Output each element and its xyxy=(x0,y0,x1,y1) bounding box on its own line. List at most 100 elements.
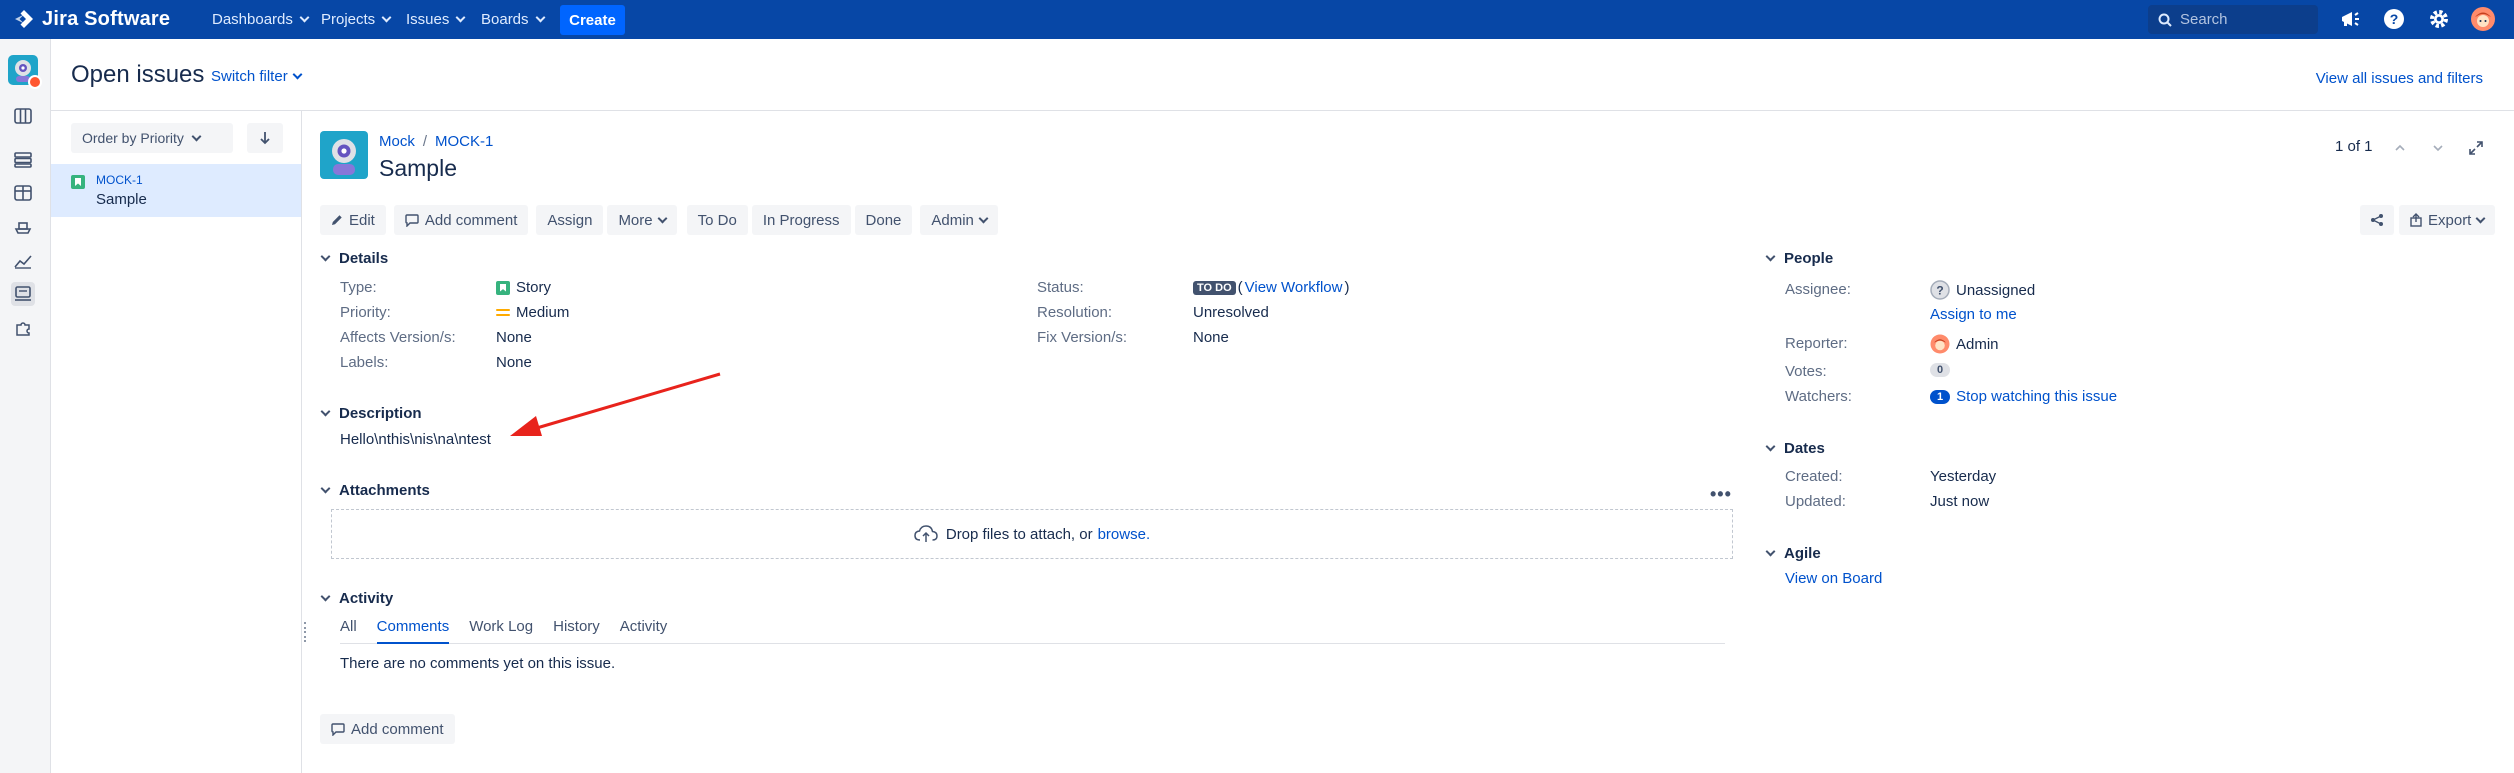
nav-dashboards[interactable]: Dashboards xyxy=(212,8,310,30)
export-dropdown[interactable]: Export xyxy=(2399,205,2496,235)
created-value: Yesterday xyxy=(1930,468,1997,485)
activity-section-toggle[interactable]: Activity xyxy=(320,590,393,607)
attachment-dropzone[interactable]: Drop files to attach, or browse. xyxy=(331,509,1733,559)
create-button[interactable]: Create xyxy=(560,5,625,35)
view-on-board-link[interactable]: View on Board xyxy=(1785,570,1882,587)
nav-projects[interactable]: Projects xyxy=(321,8,392,30)
switch-filter-button[interactable]: Switch filter xyxy=(211,68,303,85)
type-label: Type: xyxy=(340,279,377,296)
cloud-upload-icon xyxy=(914,525,938,542)
admin-dropdown[interactable]: Admin xyxy=(920,205,998,235)
settings-gear-icon[interactable] xyxy=(2426,6,2452,32)
more-label: More xyxy=(618,211,653,229)
panel-resize-handle[interactable] xyxy=(303,622,307,642)
agile-section-toggle[interactable]: Agile xyxy=(1765,545,1821,562)
nav-boards[interactable]: Boards xyxy=(481,8,545,30)
project-sidebar xyxy=(0,39,51,773)
attachments-section-toggle[interactable]: Attachments xyxy=(320,482,430,499)
type-value: Story xyxy=(496,279,551,296)
breadcrumb-issue-key-link[interactable]: MOCK-1 xyxy=(435,133,493,150)
expand-icon xyxy=(2469,141,2483,155)
sort-direction-button[interactable] xyxy=(247,123,283,153)
affects-version-label: Affects Version/s: xyxy=(340,329,456,346)
dates-section-toggle[interactable]: Dates xyxy=(1765,440,1825,457)
view-all-issues-link[interactable]: View all issues and filters xyxy=(2316,70,2483,87)
description-section-toggle[interactable]: Description xyxy=(320,405,422,422)
assign-button[interactable]: Assign xyxy=(536,205,604,235)
expand-issue-button[interactable] xyxy=(2466,138,2486,158)
paren-open: ( xyxy=(1237,279,1243,296)
add-comment-bottom-label: Add comment xyxy=(351,720,444,738)
search-placeholder: Search xyxy=(2180,11,2228,28)
chevron-down-icon xyxy=(1765,546,1776,557)
help-icon[interactable]: ? xyxy=(2381,6,2407,32)
assignee-label: Assignee: xyxy=(1785,281,1851,298)
done-label: Done xyxy=(865,211,902,229)
view-workflow-link[interactable]: View Workflow xyxy=(1245,279,1343,296)
active-sprints-icon[interactable] xyxy=(11,181,35,205)
tab-comments[interactable]: Comments xyxy=(376,618,450,644)
search-icon xyxy=(2158,13,2172,27)
reporter-value-text: Admin xyxy=(1956,335,1999,353)
chevron-down-icon xyxy=(455,12,466,22)
search-input[interactable]: Search xyxy=(2148,5,2318,34)
list-item-key: MOCK-1 xyxy=(96,173,143,187)
assign-to-me-link[interactable]: Assign to me xyxy=(1930,306,2017,323)
stop-watching-link[interactable]: Stop watching this issue xyxy=(1956,388,2117,405)
resolution-label: Resolution: xyxy=(1037,304,1113,321)
breadcrumb-project-link[interactable]: Mock xyxy=(379,133,415,150)
board-icon[interactable] xyxy=(11,104,35,128)
description-text[interactable]: Hello\nthis\nis\na\ntest xyxy=(340,431,491,448)
notifications-megaphone-icon[interactable] xyxy=(2337,6,2363,32)
tab-all[interactable]: All xyxy=(340,618,357,644)
labels-label: Labels: xyxy=(340,354,389,371)
reports-chart-icon[interactable] xyxy=(11,249,35,273)
assignee-value: ? Unassigned xyxy=(1930,280,2035,300)
transition-done-button[interactable]: Done xyxy=(854,205,913,235)
tab-work-log[interactable]: Work Log xyxy=(469,618,533,644)
export-area: Export xyxy=(2360,205,2496,235)
jira-logo[interactable]: Jira Software xyxy=(14,6,170,32)
previous-issue-button[interactable] xyxy=(2390,138,2410,158)
watchers-value: 1 Stop watching this issue xyxy=(1930,388,2117,405)
next-issue-button[interactable] xyxy=(2428,138,2448,158)
people-section-toggle[interactable]: People xyxy=(1765,250,1833,267)
list-item-summary: Sample xyxy=(96,191,147,208)
edit-button[interactable]: Edit xyxy=(320,205,386,235)
order-by-dropdown[interactable]: Order by Priority xyxy=(71,123,233,153)
releases-ship-icon[interactable] xyxy=(11,215,35,239)
votes-count-badge[interactable]: 0 xyxy=(1930,363,1951,377)
project-avatar-large[interactable] xyxy=(320,131,368,179)
issues-icon[interactable] xyxy=(11,282,35,306)
details-heading: Details xyxy=(339,250,389,267)
nav-issues-label: Issues xyxy=(406,10,450,28)
dates-heading: Dates xyxy=(1784,440,1825,457)
add-ons-puzzle-icon[interactable] xyxy=(11,316,35,340)
backlog-icon[interactable] xyxy=(11,148,35,172)
breadcrumb: Mock / MOCK-1 xyxy=(379,133,493,150)
add-comment-button[interactable]: Add comment xyxy=(393,205,529,235)
list-item[interactable]: MOCK-1 Sample xyxy=(51,164,301,217)
add-comment-bottom-button[interactable]: Add comment xyxy=(320,714,455,744)
user-avatar[interactable] xyxy=(2470,6,2496,32)
issue-summary-title[interactable]: Sample xyxy=(379,155,457,182)
transition-todo-button[interactable]: To Do xyxy=(686,205,748,235)
chevron-down-icon xyxy=(191,131,202,141)
tab-activity[interactable]: Activity xyxy=(620,618,668,644)
share-button[interactable] xyxy=(2360,205,2394,235)
reporter-label: Reporter: xyxy=(1785,335,1848,352)
reporter-value: Admin xyxy=(1930,334,1999,354)
watchers-count-badge[interactable]: 1 xyxy=(1930,389,1951,404)
type-value-text: Story xyxy=(516,279,552,296)
story-icon xyxy=(496,280,510,295)
browse-link[interactable]: browse. xyxy=(1098,526,1151,543)
reporter-avatar xyxy=(1930,334,1950,354)
attachments-more-icon[interactable]: ••• xyxy=(1710,484,1732,505)
tab-history[interactable]: History xyxy=(553,618,600,644)
issue-list-panel: Order by Priority MOCK-1 Sample xyxy=(51,111,302,773)
transition-in-progress-button[interactable]: In Progress xyxy=(751,205,851,235)
details-section-toggle[interactable]: Details xyxy=(320,250,388,267)
nav-issues[interactable]: Issues xyxy=(406,8,466,30)
created-label: Created: xyxy=(1785,468,1843,485)
more-actions-dropdown[interactable]: More xyxy=(607,205,677,235)
